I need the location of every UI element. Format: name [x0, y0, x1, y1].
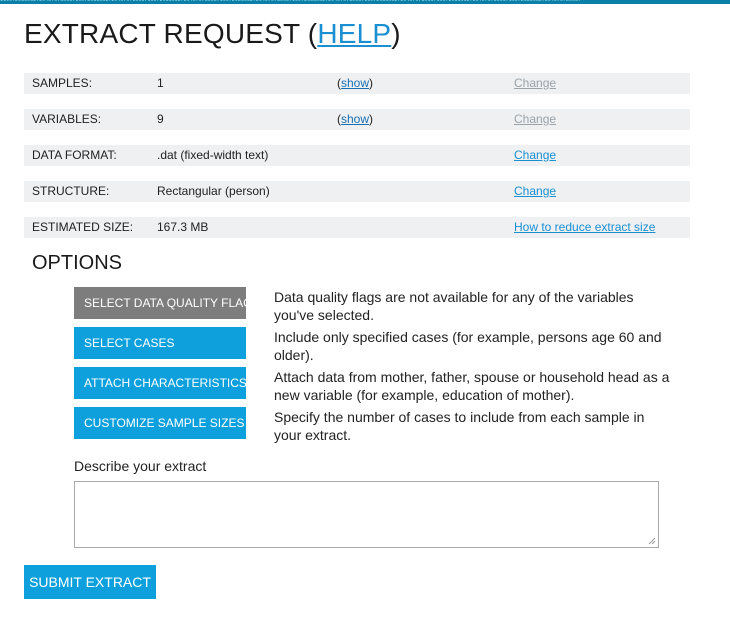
change-data-format-link[interactable]: Change [514, 145, 556, 166]
top-strip-digits: 1195729835327294576785037195729835327294… [0, 0, 581, 3]
paren-close: ) [369, 112, 374, 126]
submit-extract-button[interactable]: SUBMIT EXTRACT [24, 565, 156, 599]
show-variables: (show) [337, 109, 373, 130]
page-title-close: ) [391, 18, 401, 49]
row-value: 1 [157, 76, 164, 90]
row-value: 9 [157, 112, 164, 126]
row-label: DATA FORMAT: [32, 148, 117, 162]
summary-row-samples: SAMPLES: 1 (show) Change [24, 73, 690, 94]
row-label: ESTIMATED SIZE: [32, 220, 134, 234]
describe-extract-label: Describe your extract [74, 458, 207, 474]
summary-row-variables: VARIABLES: 9 (show) Change [24, 109, 690, 130]
select-data-quality-flags-button[interactable]: SELECT DATA QUALITY FLAGS [74, 287, 246, 319]
select-cases-button[interactable]: SELECT CASES [74, 327, 246, 359]
resize-grip-icon[interactable] [648, 537, 656, 545]
row-value: .dat (fixed-width text) [157, 148, 269, 162]
customize-sample-sizes-button[interactable]: CUSTOMIZE SAMPLE SIZES [74, 407, 246, 439]
summary-row-structure: STRUCTURE: Rectangular (person) Change [24, 181, 690, 202]
summary-row-estimated-size: ESTIMATED SIZE: 167.3 MB How to reduce e… [24, 217, 690, 238]
row-value: 167.3 MB [157, 220, 209, 234]
row-value: Rectangular (person) [157, 184, 270, 198]
help-link[interactable]: HELP [317, 18, 391, 49]
row-label: SAMPLES: [32, 76, 93, 90]
describe-extract-textarea[interactable] [74, 481, 659, 548]
show-variables-link[interactable]: show [341, 112, 369, 126]
change-samples-link[interactable]: Change [514, 73, 556, 94]
top-decorative-strip: 1195729835327294576785037195729835327294… [0, 0, 730, 4]
data-quality-flags-description: Data quality flags are not available for… [274, 289, 634, 323]
select-cases-description: Include only specified cases (for exampl… [274, 329, 662, 363]
summary-row-data-format: DATA FORMAT: .dat (fixed-width text) Cha… [24, 145, 690, 166]
attach-characteristics-description: Attach data from mother, father, spouse … [274, 369, 670, 403]
page-title-text: EXTRACT REQUEST ( [24, 18, 318, 49]
change-structure-link[interactable]: Change [514, 181, 556, 202]
change-variables-link[interactable]: Change [514, 109, 556, 130]
customize-sample-sizes-description: Specify the number of cases to include f… [274, 409, 645, 443]
paren-close: ) [369, 76, 374, 90]
page-title: EXTRACT REQUEST (HELP) [24, 18, 401, 50]
options-heading: OPTIONS [32, 252, 123, 274]
reduce-extract-size-link[interactable]: How to reduce extract size [514, 217, 655, 238]
attach-characteristics-button[interactable]: ATTACH CHARACTERISTICS [74, 367, 246, 399]
row-label: STRUCTURE: [32, 184, 110, 198]
row-label: VARIABLES: [32, 112, 102, 126]
show-samples: (show) [337, 73, 373, 94]
show-samples-link[interactable]: show [341, 76, 369, 90]
